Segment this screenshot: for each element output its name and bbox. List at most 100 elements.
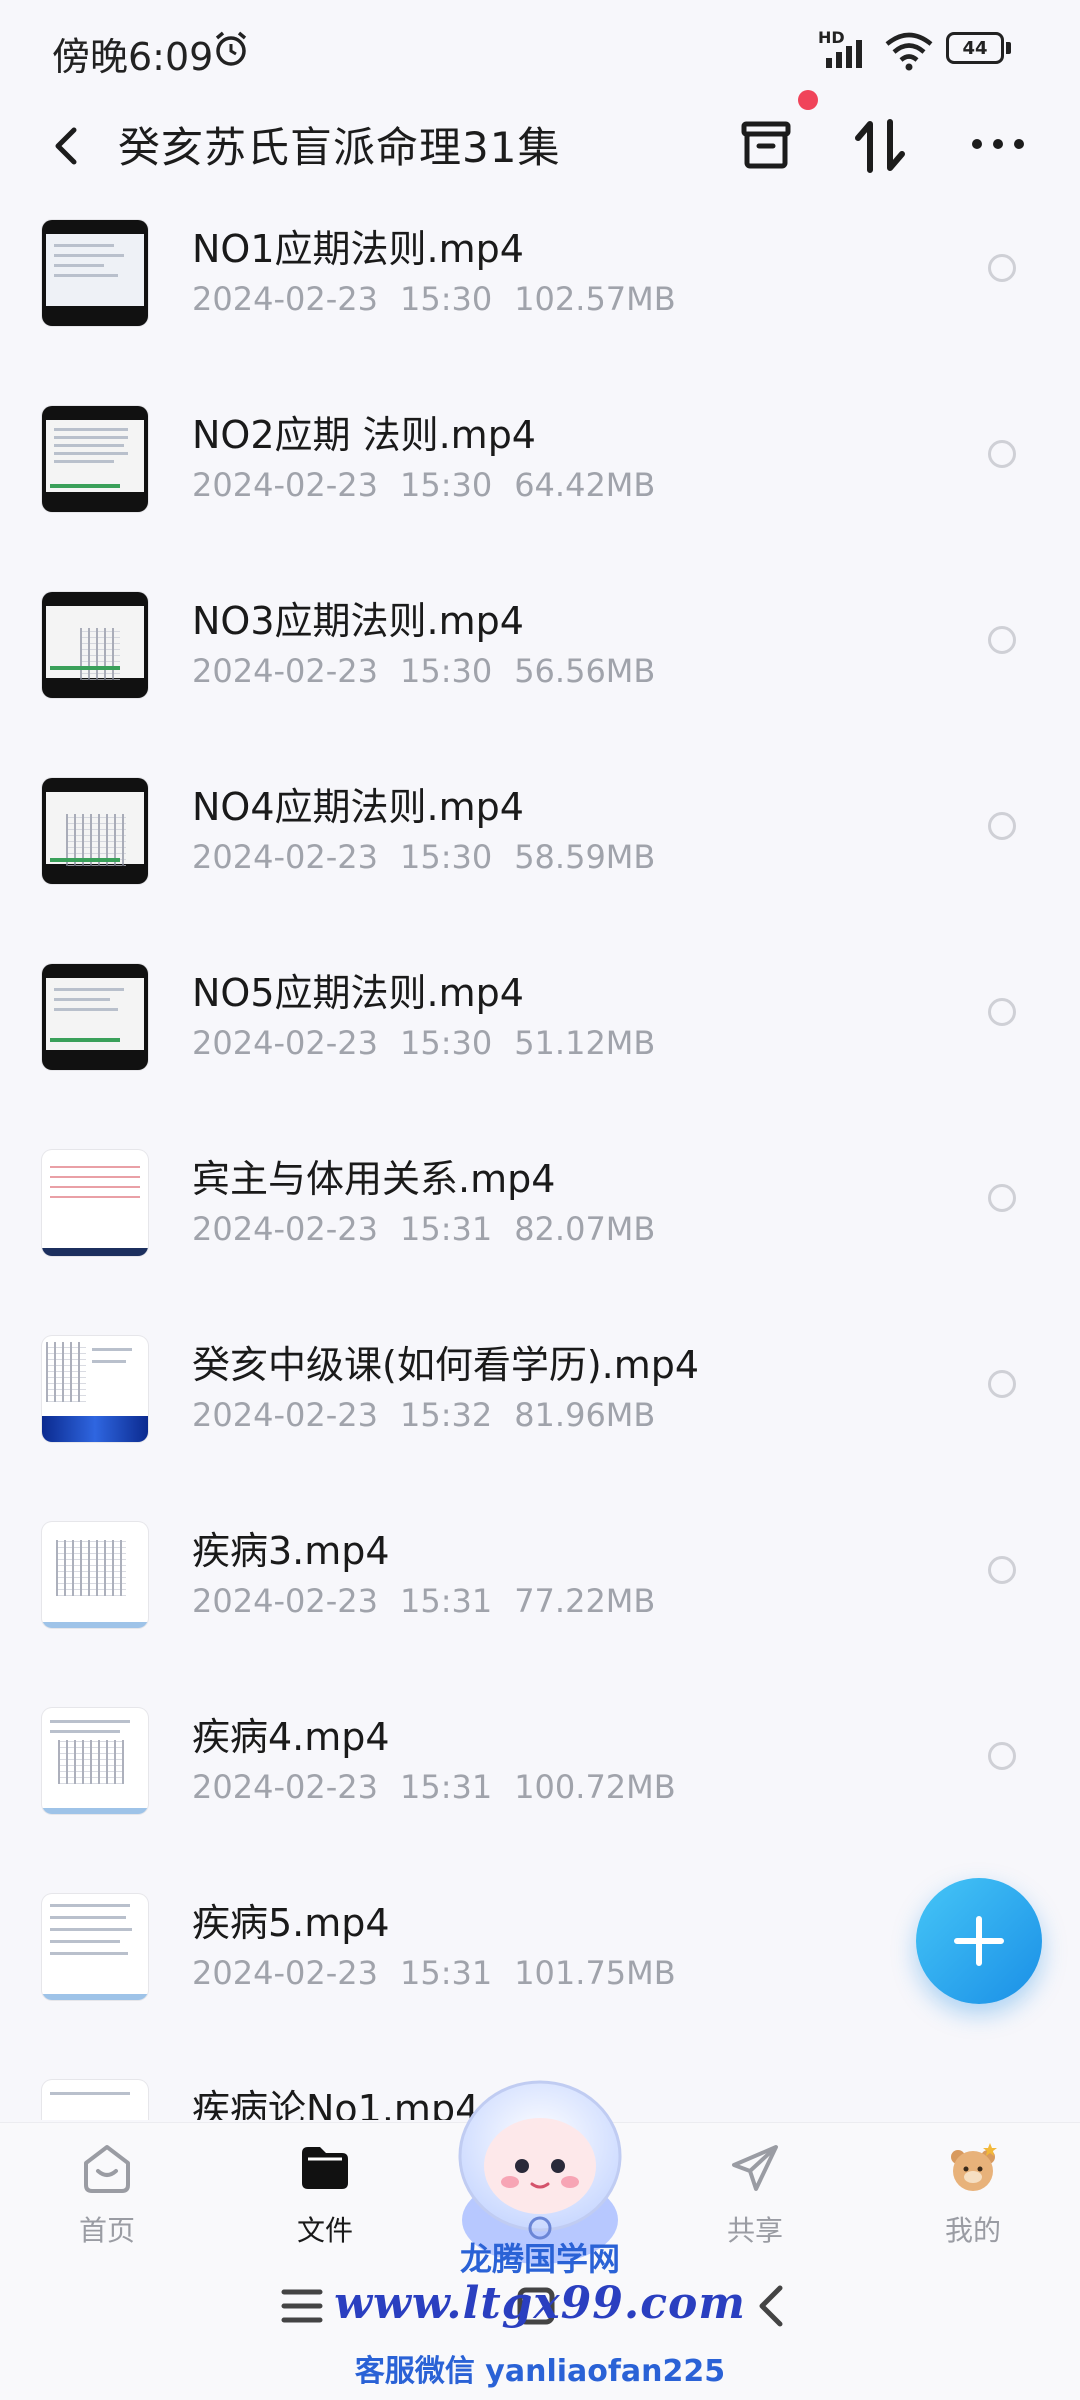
file-meta: 2024-02-23 15:31 82.07MB (192, 1210, 677, 1248)
home-icon (84, 2145, 130, 2193)
file-meta: 2024-02-23 15:31 100.72MB (192, 1768, 698, 1806)
file-row[interactable]: 宾主与体用关系.mp4 2024-02-23 15:31 82.07MB (0, 1120, 1080, 1306)
status-bar: 傍晚6:09 HD 44 (0, 0, 1080, 100)
file-row[interactable]: NO4应期法则.mp4 2024-02-23 15:30 58.59MB (0, 748, 1080, 934)
thumbnail-line (54, 428, 128, 431)
thumbnail-line (92, 1348, 132, 1351)
file-name: 宾主与体用关系.mp4 (192, 1157, 556, 1201)
wifi-icon (885, 32, 933, 71)
thumbnail-bar (42, 1994, 148, 2000)
thumbnail-line (54, 254, 124, 257)
file-time: 15:30 (399, 466, 493, 504)
video-thumbnail (42, 1894, 148, 2000)
file-row[interactable]: NO3应期法则.mp4 2024-02-23 15:30 56.56MB (0, 562, 1080, 748)
thumbnail-bar (42, 1622, 148, 1628)
battery-level: 44 (946, 32, 1004, 64)
watermark-contact: 客服微信 yanliaofan225 (354, 2354, 726, 2389)
file-meta: 2024-02-23 15:30 51.12MB (192, 1024, 677, 1062)
thumbnail-line (50, 1186, 140, 1188)
battery-indicator: 44 (946, 32, 1012, 68)
thumbnail-line (50, 1730, 120, 1733)
watermark-url: www.ltgx99.com (334, 2278, 746, 2329)
battery-tip (1006, 42, 1011, 54)
file-size: 82.07MB (514, 1210, 656, 1248)
select-radio[interactable] (988, 1184, 1016, 1212)
file-date: 2024-02-23 (192, 280, 378, 318)
file-row[interactable]: 疾病4.mp4 2024-02-23 15:31 100.72MB (0, 1678, 1080, 1864)
thumbnail-line (54, 436, 128, 439)
video-thumbnail (42, 406, 148, 512)
file-date: 2024-02-23 (192, 1954, 378, 1992)
sort-icon[interactable] (850, 114, 912, 178)
thumbnail-line (50, 2092, 130, 2095)
file-time: 15:32 (399, 1396, 493, 1434)
thumbnail-line (50, 1916, 126, 1919)
watermark-brand: 龙腾国学网 (459, 2240, 620, 2278)
select-radio[interactable] (988, 1370, 1016, 1398)
thumbnail-line (50, 1166, 140, 1168)
nav-item-files[interactable]: 文件 (260, 2139, 390, 2249)
nav-item-share[interactable]: 共享 (690, 2139, 820, 2249)
status-time: 傍晚6:09 (52, 35, 214, 79)
file-meta: 2024-02-23 15:30 56.56MB (192, 652, 677, 690)
file-row[interactable]: NO5应期法则.mp4 2024-02-23 15:30 51.12MB (0, 934, 1080, 1120)
thumbnail-screen (46, 606, 144, 680)
page-title: 癸亥苏氏盲派命理31集 (118, 123, 561, 172)
select-radio[interactable] (988, 626, 1016, 654)
thumbnail-grid (46, 1342, 86, 1402)
nav-item-profile[interactable]: 我的 (908, 2139, 1038, 2249)
select-radio[interactable] (988, 812, 1016, 840)
file-time: 15:31 (399, 1210, 493, 1248)
file-date: 2024-02-23 (192, 1024, 378, 1062)
video-thumbnail (42, 1336, 148, 1442)
thumbnail-line (50, 1940, 120, 1943)
page-header: 癸亥苏氏盲派命理31集 (0, 90, 1080, 190)
thumbnail-bar (50, 1038, 120, 1042)
thumbnail-grid (56, 1540, 126, 1596)
thumbnail-bar (42, 1248, 148, 1256)
alarm-icon (215, 31, 247, 66)
file-time: 15:31 (399, 1582, 493, 1620)
thumbnail-line (54, 452, 128, 455)
select-radio[interactable] (988, 254, 1016, 282)
select-radio[interactable] (988, 440, 1016, 468)
file-row[interactable]: 疾病3.mp4 2024-02-23 15:31 77.22MB (0, 1492, 1080, 1678)
thumbnail-screen (46, 420, 144, 492)
video-thumbnail (42, 1522, 148, 1628)
file-row[interactable]: NO2应期 法则.mp4 2024-02-23 15:30 64.42MB (0, 376, 1080, 562)
file-size: 51.12MB (514, 1024, 656, 1062)
file-time: 15:30 (399, 652, 493, 690)
file-time: 15:31 (399, 1954, 493, 1992)
file-name: NO2应期 法则.mp4 (192, 413, 536, 457)
back-arrow-icon[interactable] (42, 118, 92, 174)
select-radio[interactable] (988, 1742, 1016, 1770)
thumbnail-line (54, 1008, 118, 1011)
file-size: 81.96MB (514, 1396, 656, 1434)
file-date: 2024-02-23 (192, 1768, 378, 1806)
file-size: 101.75MB (514, 1954, 676, 1992)
thumbnail-grid (80, 628, 120, 680)
file-size: 100.72MB (514, 1768, 676, 1806)
file-meta: 2024-02-23 15:31 77.22MB (192, 1582, 677, 1620)
select-radio[interactable] (988, 998, 1016, 1026)
file-size: 77.22MB (514, 1582, 656, 1620)
thumbnail-line (50, 1928, 132, 1931)
nav-item-home[interactable]: 首页 (42, 2139, 172, 2249)
file-time: 15:30 (399, 838, 493, 876)
file-date: 2024-02-23 (192, 838, 378, 876)
archive-icon[interactable] (735, 114, 797, 176)
thumbnail-screen (46, 792, 144, 866)
file-size: 102.57MB (514, 280, 676, 318)
file-row[interactable]: 癸亥中级课(如何看学历).mp4 2024-02-23 15:32 81.96MB (0, 1306, 1080, 1492)
select-radio[interactable] (988, 1556, 1016, 1584)
thumbnail-line (54, 444, 124, 447)
thumbnail-line (54, 244, 114, 247)
more-options-icon[interactable] (968, 124, 1028, 164)
video-thumbnail (42, 964, 148, 1070)
file-row[interactable]: NO1应期法则.mp4 2024-02-23 15:30 102.57MB (0, 190, 1080, 376)
plus-icon (954, 1916, 1004, 1966)
thumbnail-line (54, 274, 118, 277)
add-file-button[interactable] (916, 1878, 1042, 2004)
thumbnail-grid (58, 1740, 124, 1784)
video-thumbnail (42, 592, 148, 698)
